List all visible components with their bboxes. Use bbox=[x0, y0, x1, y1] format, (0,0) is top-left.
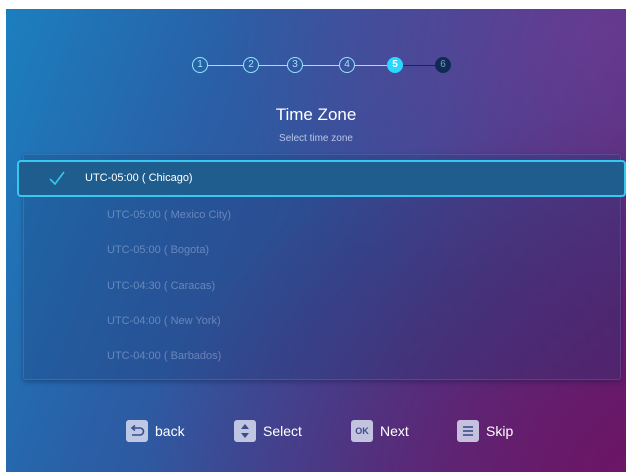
setup-stepper: 1 2 3 4 5 6 bbox=[6, 57, 626, 77]
step-6: 6 bbox=[435, 57, 451, 73]
timezone-item[interactable]: UTC-04:00 ( New York) bbox=[23, 304, 619, 339]
timezone-label: UTC-05:00 ( Bogota) bbox=[107, 244, 210, 256]
remote-hints-bar: back Select OK Next Skip bbox=[6, 420, 626, 444]
check-icon bbox=[49, 171, 65, 186]
step-2: 2 bbox=[243, 57, 259, 73]
step-4: 4 bbox=[339, 57, 355, 73]
back-icon bbox=[126, 420, 148, 442]
step-connector bbox=[259, 65, 287, 66]
timezone-item[interactable]: UTC-04:30 ( Caracas) bbox=[23, 269, 619, 304]
timezone-item[interactable]: UTC-05:00 ( Mexico City) bbox=[23, 198, 619, 233]
timezone-label: UTC-04:30 ( Caracas) bbox=[107, 280, 216, 292]
page-subtitle: Select time zone bbox=[279, 133, 353, 144]
step-3: 3 bbox=[287, 57, 303, 73]
select-button[interactable]: Select bbox=[234, 420, 314, 444]
timezone-item-selected[interactable]: UTC-05:00 ( Chicago) bbox=[17, 160, 626, 197]
up-down-arrows-icon bbox=[234, 420, 256, 442]
timezone-label: UTC-04:00 ( New York) bbox=[107, 315, 221, 327]
step-connector bbox=[208, 65, 243, 66]
skip-button[interactable]: Skip bbox=[457, 420, 527, 444]
setup-screen: 1 2 3 4 5 6 Time Zone Select time zone U… bbox=[6, 9, 626, 472]
timezone-label: UTC-05:00 ( Chicago) bbox=[85, 172, 193, 184]
page-title: Time Zone bbox=[275, 105, 357, 124]
back-label: back bbox=[155, 423, 185, 439]
skip-label: Skip bbox=[486, 423, 514, 439]
next-button[interactable]: OK Next bbox=[351, 420, 421, 444]
ok-key-icon: OK bbox=[351, 420, 373, 442]
timezone-label: UTC-04:00 ( Barbados) bbox=[107, 350, 222, 362]
back-button[interactable]: back bbox=[126, 420, 196, 444]
step-5-current: 5 bbox=[387, 57, 403, 73]
step-connector bbox=[303, 65, 339, 66]
next-label: Next bbox=[380, 423, 409, 439]
select-label: Select bbox=[263, 423, 302, 439]
step-1: 1 bbox=[192, 57, 208, 73]
timezone-label: UTC-05:00 ( Mexico City) bbox=[107, 209, 232, 221]
timezone-item[interactable]: UTC-05:00 ( Bogota) bbox=[23, 233, 619, 268]
timezone-item[interactable]: UTC-04:00 ( Barbados) bbox=[23, 339, 619, 374]
step-connector bbox=[403, 65, 435, 66]
step-connector bbox=[355, 65, 387, 66]
menu-icon bbox=[457, 420, 479, 442]
